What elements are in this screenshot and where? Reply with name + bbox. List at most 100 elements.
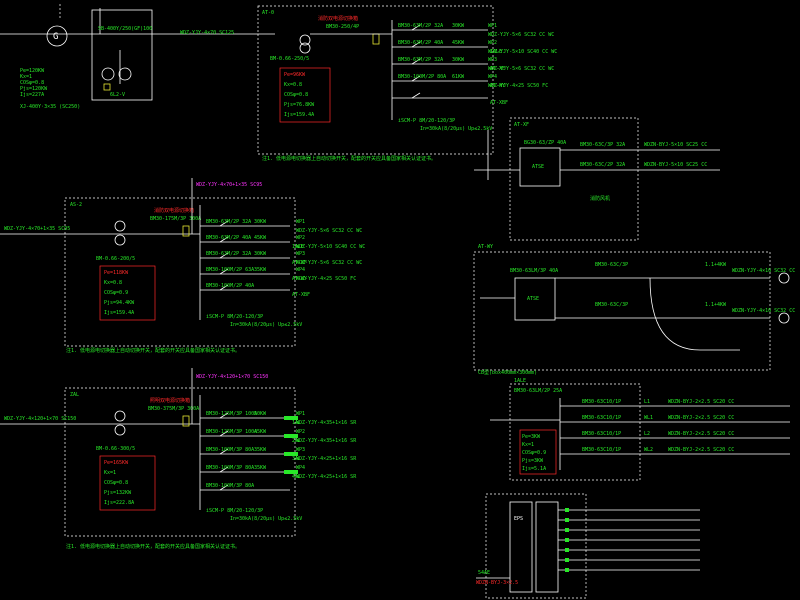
ale-param-2: Kx=1 bbox=[522, 442, 534, 448]
zal-row-load: 35KW bbox=[254, 447, 267, 453]
eps-label: EPS bbox=[514, 516, 523, 522]
zal-row-breaker: BM30-100M/3P 80A bbox=[206, 483, 254, 489]
meter-icon bbox=[101, 67, 115, 81]
as2-row-load: 45KW bbox=[254, 235, 267, 241]
zal-row-cable: WDZ-YJY-4×25+1×16 SR bbox=[296, 456, 357, 462]
ale-row-id: WL2 bbox=[644, 447, 653, 453]
at0-row-dest: AT-XBF bbox=[490, 100, 508, 106]
ale-param-3: COSφ=0.9 bbox=[522, 450, 546, 456]
as2-spd-spec: In=30kA(8/20μs) Up≤2.5kV bbox=[230, 322, 302, 328]
zal-row-terminal bbox=[284, 434, 298, 438]
xf-label: AT-XF bbox=[514, 122, 529, 128]
generator-model: SB-400Y/250(GF)100 bbox=[98, 26, 152, 32]
eps-row-marker bbox=[565, 538, 569, 542]
as2-param-3: COSφ=0.9 bbox=[104, 290, 128, 296]
ale-label: 1ALE bbox=[514, 378, 526, 384]
as2-row-breaker: BM30-63M/2P 40A bbox=[206, 235, 251, 241]
zal-breaker-main: BM-0.66-300/5 bbox=[96, 446, 135, 452]
as2-param-5: Ijs=159.4A bbox=[104, 310, 134, 316]
svg-text:WDZ-YJY-4×120+1×70 SC150: WDZ-YJY-4×120+1×70 SC150 bbox=[196, 374, 268, 380]
eps-row-marker bbox=[565, 508, 569, 512]
wy-ats: ATSE bbox=[527, 296, 539, 302]
ale-param-1: Pe=3KW bbox=[522, 434, 541, 440]
as2-row-breaker: BM30-63M/2P 32A bbox=[206, 219, 251, 225]
at0-row-id: WP4 bbox=[488, 74, 497, 80]
wy-load-1: 1.1+4KW bbox=[705, 262, 727, 268]
panel-eps: EPS 54AE WDZN-BYJ-3×2.5 bbox=[476, 493, 700, 599]
zal-row-cable: WDZ-YJY-4×35+1×16 SR bbox=[296, 438, 357, 444]
xf-breaker: BG30-63/ZP 40A bbox=[524, 140, 566, 146]
at0-row-id: WP2 bbox=[488, 40, 497, 46]
at0-param-2: Kx=0.8 bbox=[284, 82, 302, 88]
xf-out-2: BM30-63C/2P 32A bbox=[580, 162, 625, 168]
as2-title: 消防双电源切换箱 bbox=[154, 207, 194, 214]
zal-row-dest: 1AL bbox=[292, 420, 301, 426]
zal-row-breaker: BM30-100M/3P 80A bbox=[206, 465, 254, 471]
zal-row-cable: WDZ-YJY-4×35+1×16 SR bbox=[296, 420, 357, 426]
wy-out-1: BM30-63C/3P bbox=[595, 262, 628, 268]
as2-row-dest: AT-WY bbox=[292, 276, 307, 282]
xf-note: 消防风机 bbox=[590, 195, 610, 202]
ale-row-cable: WDZN-BYJ-2×2.5 SC20 CC bbox=[668, 399, 734, 405]
as2-row-dest: 1ALE bbox=[292, 244, 304, 250]
at0-row-cable: WDZ-YJY-5×6 SC32 CC WC bbox=[488, 32, 554, 38]
generator-bottom: XJ-400Y·3×35 (SC250) bbox=[20, 104, 80, 110]
panel-xf: AT-XF BG30-63/ZP 40A ATSE BM30-63C/3P 32… bbox=[474, 117, 720, 241]
at0-param-3: COSφ=0.8 bbox=[284, 92, 308, 98]
ale-row-cable: WDZN-BYJ-2×2.5 SC20 CC bbox=[668, 415, 734, 421]
zal-label: ZAL bbox=[70, 392, 79, 398]
zal-param-2: Kx=1 bbox=[104, 470, 116, 476]
eps-row-marker bbox=[565, 558, 569, 562]
schematic-canvas: G SB-400Y/250(GF)100 6L2-V Pe=120KW Kx=1… bbox=[0, 4, 795, 599]
zal-param-4: Pjs=132KW bbox=[104, 490, 132, 496]
as2-row-dest: AT-XF bbox=[292, 260, 307, 266]
generator-block: G SB-400Y/250(GF)100 6L2-V Pe=120KW Kx=1… bbox=[0, 4, 275, 110]
at0-row-load: 30KW bbox=[452, 57, 465, 63]
as2-param-4: Pjs=94.4KW bbox=[104, 300, 135, 306]
at0-main-breaker: BM30-250/4P bbox=[326, 24, 359, 30]
ale-row-id: L1 bbox=[644, 399, 650, 405]
zal-title: 照明双电源切换箱 bbox=[150, 397, 190, 404]
as2-row-breaker: BM30-100M/2P 40A bbox=[206, 283, 254, 289]
ale-row-breaker: BM30-63C10/1P bbox=[582, 399, 621, 405]
zal-spd-spec: In=30kA(8/20μs) Up≤2.5kV bbox=[230, 516, 302, 522]
as2-row-id: WP1 bbox=[296, 219, 305, 225]
at0-breaker-main: BM-0.66-250/5 bbox=[270, 56, 309, 62]
wy-breaker: BM30-63LM/3P 40A bbox=[510, 268, 558, 274]
wy-load-2: 1.1+4KW bbox=[705, 302, 727, 308]
wy-note: CB型(box400mm×300mm) bbox=[478, 369, 537, 376]
zal-row-dest: 2AL bbox=[292, 438, 301, 444]
as2-row-dest: AT-XBF bbox=[292, 292, 310, 298]
as2-row-id: WP4 bbox=[296, 267, 305, 273]
ale-param-4: Pjs=3KW bbox=[522, 458, 544, 464]
panel-ale: 1ALE BM30-63LM/2P 25A BM30-63C10/1P L1 WDZ… bbox=[490, 378, 790, 481]
zal-row-load: 35KW bbox=[254, 465, 267, 471]
at0-row-dest: AT-XF bbox=[490, 66, 505, 72]
at0-row-breaker: BM30-63M/2P 40A bbox=[398, 40, 443, 46]
zal-row-breaker: BM30-125M/3P 100A bbox=[206, 411, 257, 417]
zal-row-terminal bbox=[284, 416, 298, 420]
zal-note: 注1. 低电源电切换器上自动切换开关，配套的开关应具备国家相关认证证书。 bbox=[66, 543, 240, 550]
zal-param-5: Ijs=222.8A bbox=[104, 500, 134, 506]
at0-row-breaker: BM30-63M/2P 32A bbox=[398, 57, 443, 63]
zal-param-1: Pe=165KW bbox=[104, 460, 129, 466]
at0-param-5: Ijs=159.4A bbox=[284, 112, 314, 118]
panel-as2: AS-2 WDZ-YJY-4×70+1×35 SC95 BM-0.66-200/… bbox=[0, 178, 365, 354]
zal-row-load: 45KW bbox=[254, 429, 267, 435]
zal-row-terminal bbox=[284, 470, 298, 474]
zal-param-3: COSφ=0.8 bbox=[104, 480, 128, 486]
xf-cable-2: WDZN-BYJ-5×10 SC25 CC bbox=[644, 162, 707, 168]
wy-out-2: BM30-63C/3P bbox=[595, 302, 628, 308]
as2-main-breaker: BM30-175M/3P 300A bbox=[150, 216, 201, 222]
zal-row-breaker: BM30-100M/3P 80A bbox=[206, 447, 254, 453]
as2-row-load: 30KW bbox=[254, 219, 267, 225]
eps-row-marker bbox=[565, 568, 569, 572]
xf-out-1: BM30-63C/3P 32A bbox=[580, 142, 625, 148]
as2-param-2: Kx=0.8 bbox=[104, 280, 122, 286]
as2-label: AS-2 bbox=[70, 202, 82, 208]
zal-row-terminal bbox=[284, 452, 298, 456]
at0-row-dest: AT-WY bbox=[490, 83, 505, 89]
as2-row-cable: WDZ-YJY-5×10 SC40 CC WC bbox=[296, 244, 365, 250]
zal-cable-in: WDZ-YJY-4×120+1×70 SC150 bbox=[4, 416, 76, 422]
at0-row-id: WP1 bbox=[488, 23, 497, 29]
